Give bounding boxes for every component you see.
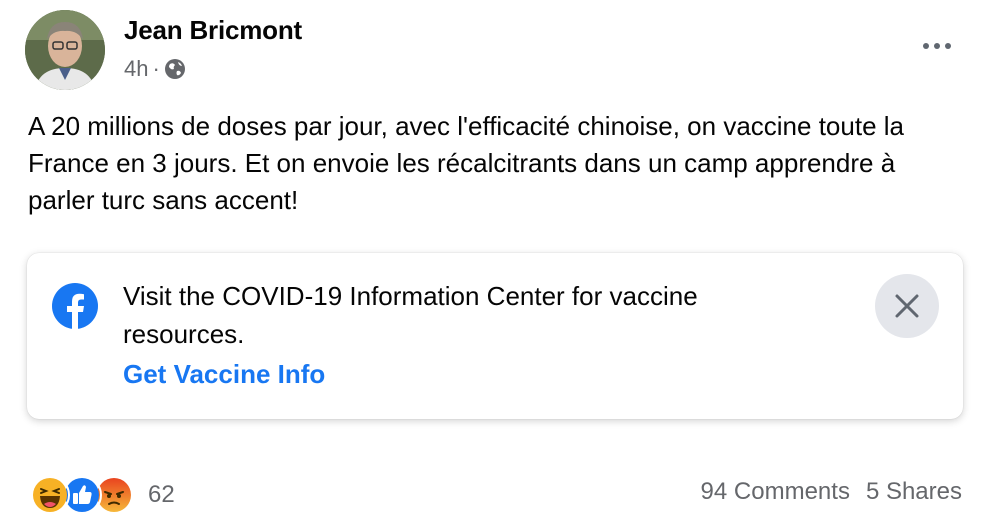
post-meta: 4h · [124, 55, 186, 83]
covid-info-card: Visit the COVID-19 Information Center fo… [27, 253, 963, 419]
reactions-summary[interactable]: 62 [30, 475, 175, 515]
post-time[interactable]: 4h [124, 56, 148, 82]
haha-reaction-icon [30, 475, 70, 515]
post-header: Jean Bricmont 4h · [25, 10, 965, 90]
comments-count[interactable]: 94 Comments [701, 478, 850, 506]
get-vaccine-info-link[interactable]: Get Vaccine Info [123, 359, 325, 390]
reaction-count[interactable]: 62 [148, 481, 175, 509]
close-icon[interactable] [875, 274, 939, 338]
author-name[interactable]: Jean Bricmont [124, 15, 302, 46]
post-text: A 20 millions de doses par jour, avec l'… [28, 111, 904, 215]
info-card-text: Visit the COVID-19 Information Center fo… [123, 281, 698, 349]
post-stats: 94 Comments 5 Shares [701, 478, 962, 506]
meta-separator: · [152, 56, 160, 81]
author-avatar[interactable] [25, 10, 105, 90]
more-dot [945, 43, 951, 49]
facebook-logo-icon [52, 283, 98, 329]
more-options-icon[interactable] [913, 30, 961, 62]
more-dot [934, 43, 940, 49]
more-dot [923, 43, 929, 49]
globe-icon[interactable] [164, 58, 186, 80]
shares-count[interactable]: 5 Shares [866, 478, 962, 506]
